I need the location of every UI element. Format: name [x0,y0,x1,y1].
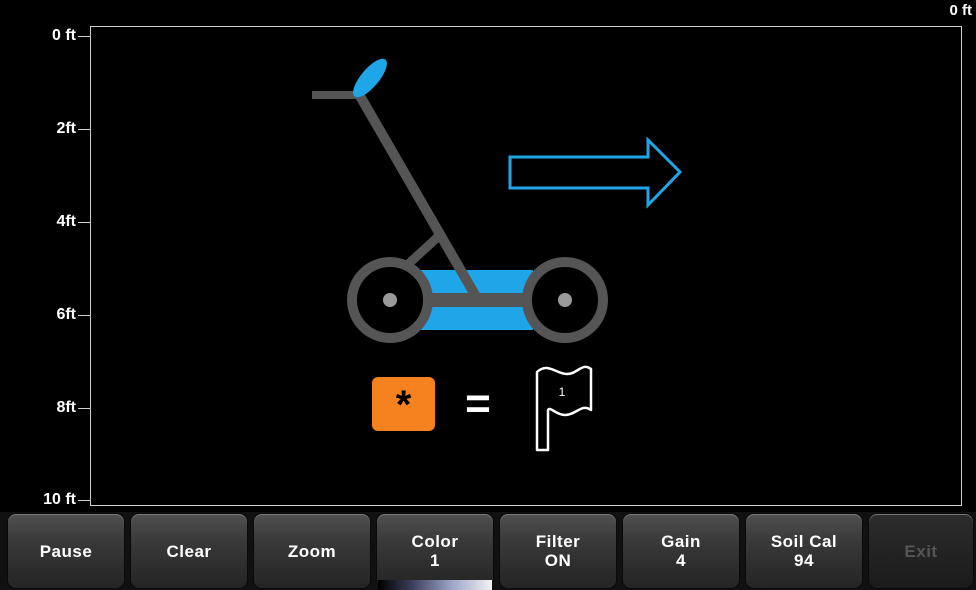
pause-button-label: Pause [39,541,93,561]
color-button-label: Color [411,532,459,551]
gain-button[interactable]: Gain 4 [623,514,739,588]
gain-button-value: 4 [676,551,686,570]
clear-button[interactable]: Clear [131,514,247,588]
soil-cal-button-label: Soil Cal [770,532,838,551]
pause-button[interactable]: Pause [8,514,124,588]
soil-cal-button[interactable]: Soil Cal 94 [746,514,862,588]
soil-cal-button-value: 94 [794,551,814,570]
right-arrow-icon [508,136,683,209]
softkey-toolbar: Pause Clear Zoom Color 1 Filter ON Gain … [0,512,976,590]
exit-button-label: Exit [904,541,938,561]
gpr-scan-screen: 0 ft 2ft 4ft 6ft 8ft 10 ft 0 ft * = 1 Pa… [0,0,976,590]
flag-icon: 1 [535,365,593,452]
filter-button-value: ON [544,551,572,570]
equals-sign: = [465,379,491,428]
scan-instructions-illustration: * = 1 [312,58,683,452]
color-button-value: 1 [430,551,440,570]
flag-outline [535,365,593,452]
clear-button-label: Clear [166,541,212,561]
zoom-button-label: Zoom [287,541,337,561]
gain-button-label: Gain [661,532,701,551]
key-symbol: * [396,383,412,427]
exit-button[interactable]: Exit [869,514,973,588]
filter-button-label: Filter [535,532,581,551]
cart-wheel-right-hub [558,293,572,307]
zoom-button[interactable]: Zoom [254,514,370,588]
flag-number: 1 [559,385,566,399]
cart-grip [353,58,387,98]
filter-button[interactable]: Filter ON [500,514,616,588]
color-palette-preview [378,580,492,590]
cart-wheel-left-hub [383,293,397,307]
color-button[interactable]: Color 1 [377,514,493,588]
gpr-cart-icon [312,58,608,343]
cart-brace [400,231,444,272]
